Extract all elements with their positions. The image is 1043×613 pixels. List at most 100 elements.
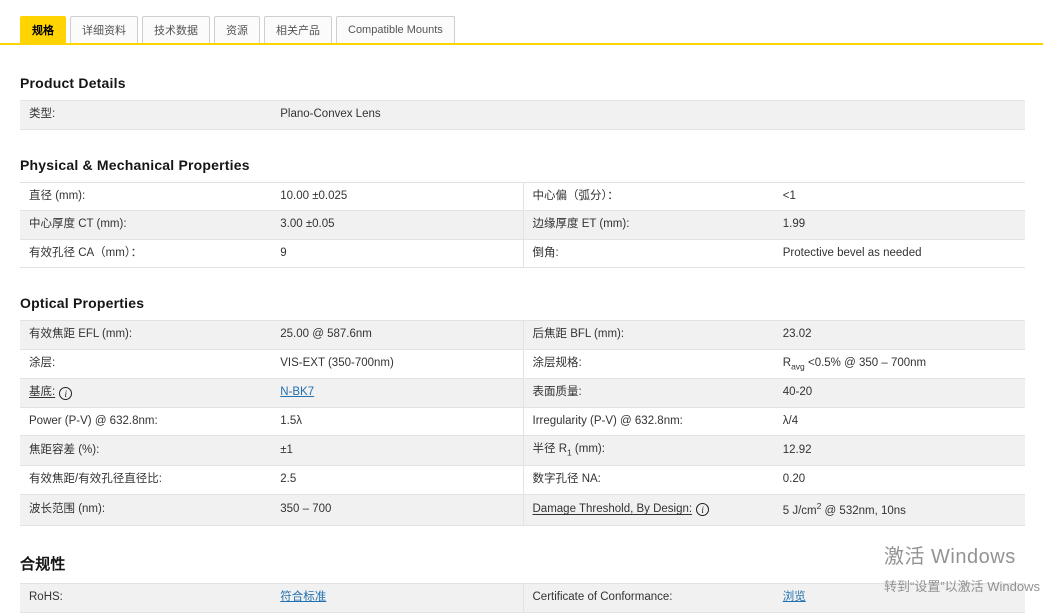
content: Product Details 类型:Plano-Convex Lens Phy…	[20, 45, 1025, 613]
spec-label-text: 有效孔径 CA（mm）：	[29, 246, 142, 262]
spec-row: 有效焦距 EFL (mm): 25.00 @ 587.6nm 后焦距 BFL (mm…	[20, 321, 1025, 350]
tab-details[interactable]: 详细资料	[70, 16, 138, 43]
spec-value: λ/4	[783, 414, 798, 430]
spec-label-text[interactable]: 基底:	[29, 385, 55, 401]
spec-row: 基底: i N-BK7 表面质量: 40-20	[20, 379, 1025, 408]
spec-value: ±1	[280, 443, 293, 459]
spec-label-text[interactable]: Damage Threshold, By Design:	[533, 502, 693, 518]
spec-value-cell: 0.20	[774, 466, 1025, 494]
spec-value: 3.00 ±0.05	[280, 217, 334, 233]
spec-row: Power (P-V) @ 632.8nm:1.5λIrregularity (…	[20, 408, 1025, 437]
spec-label: RoHS:	[20, 584, 271, 612]
spec-value-cell: <1	[774, 183, 1025, 211]
tab-specs[interactable]: 规格	[20, 16, 66, 43]
spec-value-link[interactable]: 符合标准	[280, 590, 326, 606]
spec-value: 9	[280, 246, 286, 262]
spec-row: 有效孔径 CA（mm）：9倒角:Protective bevel as need…	[20, 240, 1025, 269]
spec-value-cell: 3.00 ±0.05	[271, 211, 522, 239]
spec-label-text: 有效焦距/有效孔径直径比:	[29, 472, 162, 488]
spec-value-cell: 23.02	[774, 321, 1025, 349]
spec-value-cell: VIS-EXT (350-700nm)	[271, 350, 522, 379]
spec-label-text: Power (P-V) @ 632.8nm:	[29, 414, 158, 430]
spec-label-text: 直径 (mm):	[29, 189, 85, 205]
spec-table-physical-mechanical: 直径 (mm): 10.00 ±0.025 中心偏（弧分）： <1 中心厚度 CT (m…	[20, 182, 1025, 269]
spec-label: 有效孔径 CA（mm）：	[20, 240, 271, 268]
info-icon[interactable]: i	[696, 503, 709, 516]
spec-label-text: 数字孔径 NA:	[533, 472, 601, 488]
spec-value: 0.20	[783, 472, 805, 488]
spec-label-text: RoHS:	[29, 590, 63, 606]
spec-label: 基底: i	[20, 379, 271, 407]
spec-value: 25.00 @ 587.6nm	[280, 327, 372, 343]
spec-table-product-details: 类型:Plano-Convex Lens	[20, 100, 1025, 130]
spec-value: 10.00 ±0.025	[280, 189, 347, 205]
spec-value-cell: 9	[271, 240, 522, 268]
spec-value-cell: 5 J/cm2 @ 532nm, 10ns	[774, 495, 1025, 525]
spec-label-text: 后焦距 BFL (mm):	[533, 327, 625, 343]
spec-label-text: 有效焦距 EFL (mm):	[29, 327, 132, 343]
info-icon[interactable]: i	[59, 387, 72, 400]
spec-value-cell: 1.99	[774, 211, 1025, 239]
spec-row: 类型:Plano-Convex Lens	[20, 101, 1025, 130]
section-title-compliance: 合规性	[20, 553, 1025, 574]
spec-value-cell: 2.5	[271, 466, 522, 494]
spec-label: 涂层:	[20, 350, 271, 379]
spec-label: 涂层规格:	[523, 350, 774, 379]
spec-row: 直径 (mm): 10.00 ±0.025 中心偏（弧分）： <1	[20, 183, 1025, 212]
spec-value: 1.5λ	[280, 414, 302, 430]
spec-value: 350 – 700	[280, 502, 331, 518]
spec-label: 有效焦距 EFL (mm):	[20, 321, 271, 349]
section-title-product-details: Product Details	[20, 75, 1025, 91]
spec-value: Ravg <0.5% @ 350 – 700nm	[783, 356, 926, 373]
spec-label-text: 边缘厚度 ET (mm):	[533, 217, 630, 233]
spec-value: 2.5	[280, 472, 296, 488]
spec-row: 涂层: VIS-EXT (350-700nm) 涂层规格: Ravg <0.5% @ …	[20, 350, 1025, 380]
spec-label: 半径 R1 (mm):	[523, 436, 774, 465]
spec-table-optical: 有效焦距 EFL (mm): 25.00 @ 587.6nm 后焦距 BFL (mm…	[20, 320, 1025, 526]
spec-value-cell: 12.92	[774, 436, 1025, 465]
spec-value-cell: 符合标准	[271, 584, 522, 612]
spec-value: 23.02	[783, 327, 812, 343]
spec-value: 40-20	[783, 385, 812, 401]
spec-value-cell: ±1	[271, 436, 522, 465]
tab-related-products[interactable]: 相关产品	[264, 16, 332, 43]
spec-label-text: 半径 R1 (mm):	[533, 442, 605, 459]
spec-value-cell: λ/4	[774, 408, 1025, 436]
spec-value-cell: 10.00 ±0.025	[271, 183, 522, 211]
spec-label-text: Certificate of Conformance:	[533, 590, 673, 606]
spec-row: RoHS: 符合标准 Certificate of Conformance: 浏览	[20, 584, 1025, 613]
spec-value: Protective bevel as needed	[783, 246, 922, 262]
tab-resources[interactable]: 资源	[214, 16, 260, 43]
spec-value: 5 J/cm2 @ 532nm, 10ns	[783, 501, 906, 519]
spec-label-text: 波长范围 (nm):	[29, 502, 105, 518]
spec-value-cell: 40-20	[774, 379, 1025, 407]
spec-value: 1.99	[783, 217, 805, 233]
section-title-optical: Optical Properties	[20, 295, 1025, 311]
spec-label-text: 中心厚度 CT (mm):	[29, 217, 127, 233]
spec-value-link[interactable]: 浏览	[783, 590, 806, 606]
spec-label-text: 中心偏（弧分）：	[533, 189, 619, 205]
section-title-physical-mechanical: Physical & Mechanical Properties	[20, 157, 1025, 173]
spec-row: 焦距容差 (%): ±1 半径 R1 (mm): 12.92	[20, 436, 1025, 466]
spec-label: Power (P-V) @ 632.8nm:	[20, 408, 271, 436]
spec-value-cell: Protective bevel as needed	[774, 240, 1025, 268]
spec-label: 数字孔径 NA:	[523, 466, 774, 494]
spec-label-text: 类型:	[29, 107, 55, 123]
spec-value-link[interactable]: N-BK7	[280, 385, 314, 401]
spec-label-text: 涂层规格:	[533, 356, 582, 372]
spec-value: 12.92	[783, 443, 812, 459]
spec-label-text: 表面质量:	[533, 385, 582, 401]
spec-value-cell: Ravg <0.5% @ 350 – 700nm	[774, 350, 1025, 379]
spec-table-compliance: RoHS: 符合标准 Certificate of Conformance: 浏览	[20, 583, 1025, 613]
spec-row: 有效焦距/有效孔径直径比: 2.5 数字孔径 NA: 0.20	[20, 466, 1025, 495]
spec-row: 中心厚度 CT (mm): 3.00 ±0.05 边缘厚度 ET (mm): 1.99	[20, 211, 1025, 240]
tab-tech-data[interactable]: 技术数据	[142, 16, 210, 43]
spec-label-text: 焦距容差 (%):	[29, 443, 99, 459]
spec-value-cell: 1.5λ	[271, 408, 522, 436]
spec-value: <1	[783, 189, 796, 205]
spec-value: VIS-EXT (350-700nm)	[280, 356, 394, 372]
tab-compatible-mounts[interactable]: Compatible Mounts	[336, 16, 455, 43]
tab-bar: 规格详细资料技术数据资源相关产品Compatible Mounts	[20, 16, 455, 43]
spec-label: 有效焦距/有效孔径直径比:	[20, 466, 271, 494]
spec-value-cell: N-BK7	[271, 379, 522, 407]
